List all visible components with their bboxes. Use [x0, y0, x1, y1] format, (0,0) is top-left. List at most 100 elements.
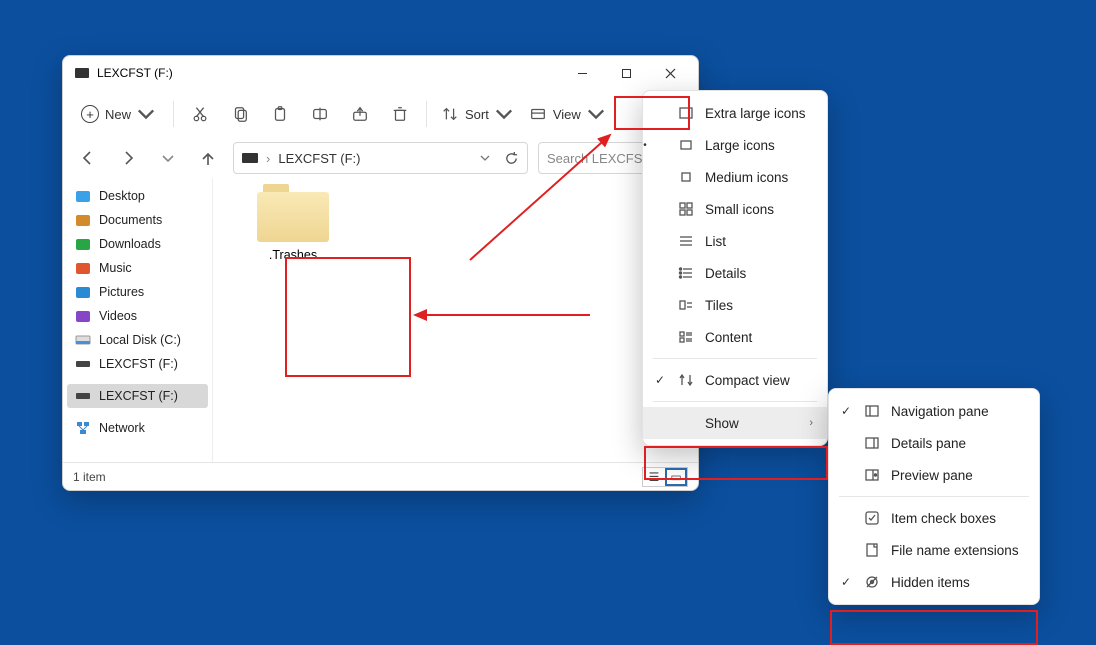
network-icon — [75, 420, 91, 436]
view-toggle[interactable]: ☰ ▭ — [642, 467, 688, 487]
tiles-icon — [677, 296, 695, 314]
chevron-down-icon — [480, 153, 490, 163]
check-icon: ✓ — [839, 404, 853, 418]
sidebar-item[interactable]: LEXCFST (F:) — [67, 384, 208, 408]
sidebar-item[interactable]: Downloads — [67, 232, 208, 256]
recent-button[interactable] — [153, 143, 183, 173]
md-icon — [677, 168, 695, 186]
chevron-right-icon: › — [809, 417, 813, 429]
menu-item[interactable]: Tiles — [643, 289, 827, 321]
up-button[interactable] — [193, 143, 223, 173]
forward-button[interactable] — [113, 143, 143, 173]
sidebar-item-label: Downloads — [99, 237, 161, 251]
details-icon — [677, 264, 695, 282]
refresh-icon[interactable] — [504, 151, 519, 166]
hidden-icon — [863, 573, 881, 591]
menu-item[interactable]: ✓ Compact view — [643, 364, 827, 396]
menu-item-label: Details — [705, 266, 746, 281]
copy-button[interactable] — [222, 96, 258, 132]
menu-item-label: Tiles — [705, 298, 733, 313]
menu-item[interactable]: Medium icons — [643, 161, 827, 193]
share-button[interactable] — [342, 96, 378, 132]
address-bar[interactable]: › LEXCFST (F:) — [233, 142, 528, 174]
menu-item-label: List — [705, 234, 726, 249]
menu-item-label: Item check boxes — [891, 511, 996, 526]
menu-item-label: Content — [705, 330, 752, 345]
folder-icon — [257, 184, 329, 242]
menu-item[interactable]: Preview pane — [829, 459, 1039, 491]
disk-icon — [75, 332, 91, 348]
menu-item[interactable]: List — [643, 225, 827, 257]
address-path: LEXCFST (F:) — [278, 151, 360, 166]
status-bar: 1 item ☰ ▭ — [63, 462, 698, 490]
lg-icon — [677, 136, 695, 154]
sidebar-item-label: Videos — [99, 309, 137, 323]
chevron-down-icon — [495, 105, 513, 123]
menu-item-label: Large icons — [705, 138, 775, 153]
content-pane[interactable]: .Trashes — [213, 178, 698, 462]
address-row: › LEXCFST (F:) Search LEXCFST (F:) — [63, 138, 698, 178]
content-icon — [677, 328, 695, 346]
sidebar-item-label: LEXCFST (F:) — [99, 357, 178, 371]
maximize-button[interactable] — [604, 58, 648, 88]
prevpane-icon — [863, 466, 881, 484]
rename-button[interactable] — [302, 96, 338, 132]
xl-icon — [677, 104, 695, 122]
check-icon: ✓ — [653, 373, 667, 387]
menu-item[interactable]: File name extensions — [829, 534, 1039, 566]
paste-button[interactable] — [262, 96, 298, 132]
menu-item[interactable]: Content — [643, 321, 827, 353]
sidebar-item[interactable]: Documents — [67, 208, 208, 232]
view-button[interactable]: View — [523, 96, 611, 132]
close-button[interactable] — [648, 58, 692, 88]
drive-icon — [242, 153, 258, 163]
sidebar-item-label: LEXCFST (F:) — [99, 389, 178, 403]
sidebar-item[interactable]: Videos — [67, 304, 208, 328]
sidebar-item-label: Desktop — [99, 189, 145, 203]
sort-button[interactable]: Sort — [435, 96, 519, 132]
sidebar-item-label: Pictures — [99, 285, 144, 299]
menu-item[interactable]: •Large icons — [643, 129, 827, 161]
cut-button[interactable] — [182, 96, 218, 132]
menu-item-label: Extra large icons — [705, 106, 806, 121]
folder-item[interactable]: .Trashes — [233, 178, 353, 262]
toolbar: + New Sort View ⋯ — [63, 90, 698, 138]
sidebar-item-label: Music — [99, 261, 132, 275]
drive-icon — [75, 68, 89, 78]
sidebar-item[interactable]: Local Disk (C:) — [67, 328, 208, 352]
menu-item-label: Compact view — [705, 373, 790, 388]
sidebar-item[interactable]: Desktop — [67, 184, 208, 208]
fileext-icon — [863, 541, 881, 559]
sidebar-item-label: Documents — [99, 213, 162, 227]
downloads-icon — [75, 236, 91, 252]
chevron-down-icon — [137, 105, 155, 123]
menu-item[interactable]: ✓Navigation pane — [829, 395, 1039, 427]
menu-item-label: Medium icons — [705, 170, 788, 185]
navpane-icon — [863, 402, 881, 420]
delete-button[interactable] — [382, 96, 418, 132]
menu-item[interactable]: Small icons — [643, 193, 827, 225]
minimize-button[interactable] — [560, 58, 604, 88]
menu-item-label: Details pane — [891, 436, 966, 451]
sm-icon — [677, 200, 695, 218]
back-button[interactable] — [73, 143, 103, 173]
icons-view-icon[interactable]: ▭ — [665, 468, 687, 486]
file-explorer-window: LEXCFST (F:) + New Sort View ⋯ — [62, 55, 699, 491]
menu-item[interactable]: ✓Hidden items — [829, 566, 1039, 598]
documents-icon — [75, 212, 91, 228]
menu-item[interactable]: Show › — [643, 407, 827, 439]
new-button[interactable]: + New — [71, 96, 165, 132]
sidebar-item[interactable]: Pictures — [67, 280, 208, 304]
pictures-icon — [75, 284, 91, 300]
sidebar-item[interactable]: Network — [67, 416, 208, 440]
folder-label: .Trashes — [233, 248, 353, 262]
menu-item[interactable]: Extra large icons — [643, 97, 827, 129]
sidebar-item[interactable]: Music — [67, 256, 208, 280]
sidebar-item[interactable]: LEXCFST (F:) — [67, 352, 208, 376]
check-icon: ✓ — [839, 575, 853, 589]
details-view-icon[interactable]: ☰ — [643, 468, 665, 486]
menu-item[interactable]: Item check boxes — [829, 502, 1039, 534]
menu-item[interactable]: Details pane — [829, 427, 1039, 459]
menu-item[interactable]: Details — [643, 257, 827, 289]
menu-item-label: Show — [705, 416, 739, 431]
